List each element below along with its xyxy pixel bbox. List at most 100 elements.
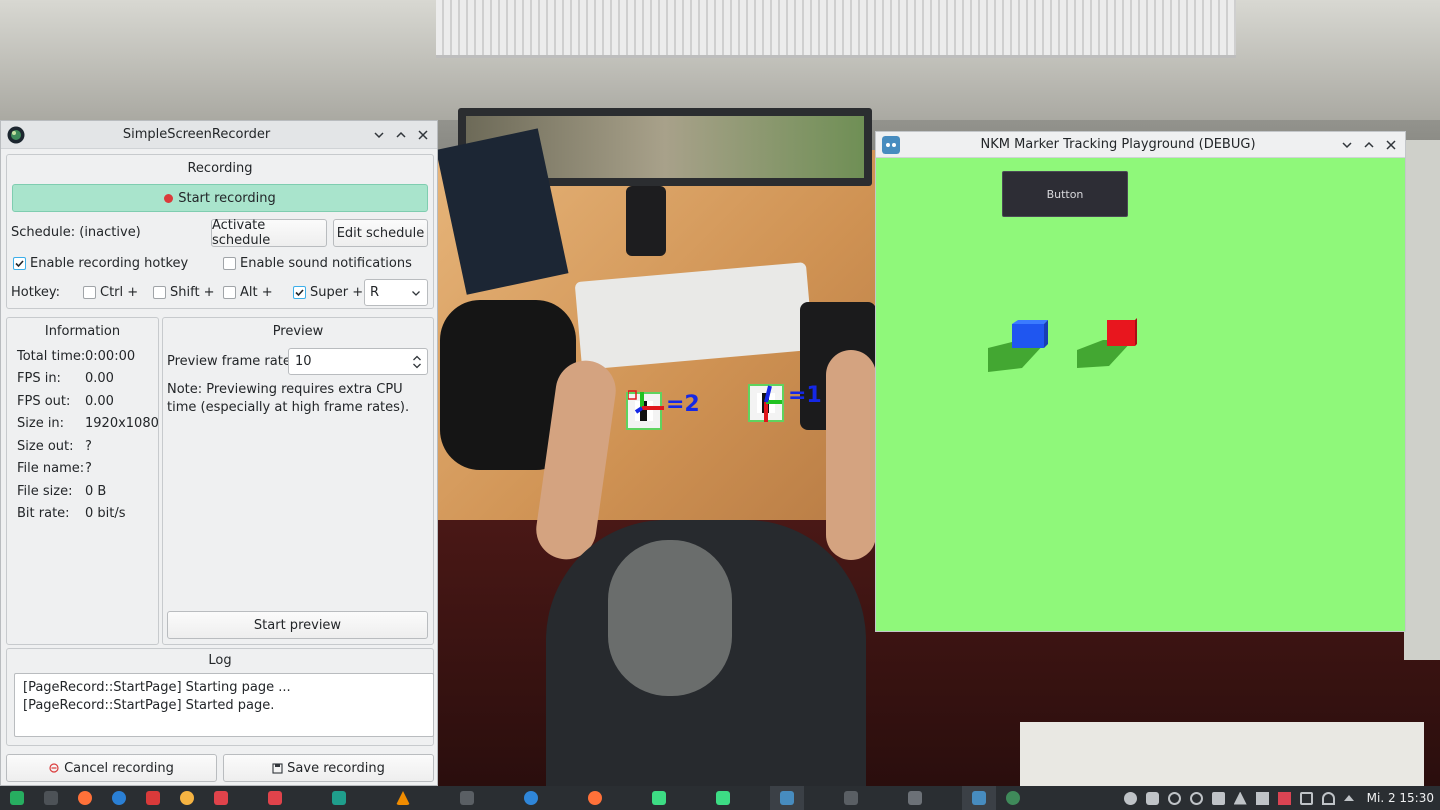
- marker-2-label: =2: [666, 392, 700, 417]
- terminal-icon: [332, 791, 346, 805]
- files-icon: [460, 791, 474, 805]
- notes-icon[interactable]: [1255, 791, 1269, 805]
- ssr-titlebar[interactable]: SimpleScreenRecorder: [1, 121, 437, 149]
- maximize-button[interactable]: [1358, 134, 1380, 156]
- alt-checkbox[interactable]: Alt +: [223, 285, 273, 300]
- activate-schedule-button[interactable]: Activate schedule: [211, 218, 327, 248]
- minimize-button[interactable]: [1336, 134, 1358, 156]
- save-recording-button[interactable]: Save recording: [223, 754, 434, 782]
- taskbar-item-firefox-window[interactable]: [578, 786, 612, 810]
- enable-hotkey-checkbox[interactable]: Enable recording hotkey: [13, 256, 188, 271]
- taskbar-item-godot-nkm[interactable]: [962, 786, 996, 810]
- close-icon: [418, 129, 428, 140]
- app-launcher-button[interactable]: [0, 786, 34, 810]
- taskbar-item-chrome[interactable]: [170, 786, 204, 810]
- sound-notifications-checkbox[interactable]: Enable sound notifications: [223, 256, 412, 271]
- timer-icon[interactable]: [1189, 791, 1203, 805]
- taskbar-item-terminal[interactable]: [322, 786, 356, 810]
- right-room: [1404, 140, 1440, 660]
- taskbar-item-discord-window[interactable]: [258, 786, 292, 810]
- checkbox-checked-icon: [293, 286, 306, 299]
- volume-muted-icon[interactable]: [1277, 791, 1291, 805]
- close-button[interactable]: [1380, 134, 1402, 156]
- preview-group: Preview Preview frame rate: 10 Start pre…: [162, 317, 434, 645]
- start-preview-button[interactable]: Start preview: [167, 611, 428, 639]
- chevron-up-icon: [1364, 141, 1374, 148]
- taskbar-item-thunderbird[interactable]: [102, 786, 136, 810]
- close-button[interactable]: [412, 124, 434, 146]
- battery-icon[interactable]: [1299, 791, 1313, 805]
- taskbar-item-godot-audio[interactable]: [770, 786, 804, 810]
- info-row-bit-rate: Bit rate: 0 bit/s: [17, 506, 126, 521]
- super-label: Super +: [310, 285, 364, 300]
- spin-arrows-icon[interactable]: [412, 352, 422, 372]
- ctrl-label: Ctrl +: [100, 285, 139, 300]
- taskbar-item-firefox[interactable]: [68, 786, 102, 810]
- info-row-file-size: File size: 0 B: [17, 484, 107, 499]
- right-arm: [826, 350, 876, 560]
- shelf: [1020, 722, 1424, 786]
- taskbar-item-android-2[interactable]: [706, 786, 740, 810]
- start-recording-button[interactable]: Start recording: [12, 184, 428, 212]
- clock[interactable]: Mi. 2 15:30: [1367, 791, 1434, 805]
- ssr-window-title: SimpleScreenRecorder: [122, 127, 271, 142]
- info-row-fps-in: FPS in: 0.00: [17, 371, 114, 386]
- nkm-titlebar[interactable]: NKM Marker Tracking Playground (DEBUG): [876, 132, 1405, 158]
- taskbar-item-android-1[interactable]: [642, 786, 676, 810]
- discord-tray-icon[interactable]: [1145, 791, 1159, 805]
- system-tray: Mi. 2 15:30: [1123, 786, 1440, 810]
- save-icon: [272, 762, 283, 774]
- chevron-down-icon: [1342, 141, 1352, 148]
- preview-note: Note: Previewing requires extra CPU time…: [167, 382, 410, 415]
- ssr-window: SimpleScreenRecorder Recording Start rec…: [0, 120, 438, 786]
- red-cube: [1077, 318, 1137, 368]
- edit-schedule-button[interactable]: Edit schedule: [333, 219, 428, 247]
- log-line: [PageRecord::StartPage] Started page.: [23, 698, 275, 713]
- playground-viewport[interactable]: Button: [876, 158, 1405, 631]
- browser-icon: [524, 791, 538, 805]
- taskbar-item-discord[interactable]: [204, 786, 238, 810]
- taskbar-item-screen[interactable]: [834, 786, 868, 810]
- pause-icon[interactable]: [1167, 791, 1181, 805]
- shift-checkbox[interactable]: Shift +: [153, 285, 215, 300]
- brightness-icon[interactable]: [1123, 791, 1137, 805]
- schedule-status: Schedule: (inactive): [11, 225, 141, 240]
- log-group-title: Log: [208, 653, 232, 668]
- hotkey-key-select[interactable]: R: [364, 279, 428, 306]
- preview-frame-rate-spinbox[interactable]: 10: [288, 348, 428, 375]
- taskbar-item-x-app[interactable]: [898, 786, 932, 810]
- ssr-app-icon: [7, 126, 25, 143]
- taskbar-item-ssr[interactable]: [996, 786, 1030, 810]
- vlc-tray-icon[interactable]: [1233, 791, 1247, 805]
- marker-1-label: =1: [788, 383, 822, 408]
- taskbar-item-desktop[interactable]: [34, 786, 68, 810]
- preview-frame-rate-label: Preview frame rate:: [167, 354, 296, 369]
- maximize-button[interactable]: [390, 124, 412, 146]
- minimize-button[interactable]: [368, 124, 390, 146]
- chevron-up-icon: [396, 131, 406, 138]
- super-checkbox[interactable]: Super +: [293, 285, 363, 300]
- network-tool-icon: [146, 791, 160, 805]
- marker-1-axes: [764, 385, 782, 422]
- godot-icon: [780, 791, 794, 805]
- ssr-icon: [1006, 791, 1020, 805]
- tray-expand-icon[interactable]: [1343, 795, 1354, 801]
- log-textarea[interactable]: [PageRecord::StartPage] Starting page ..…: [14, 673, 434, 737]
- playground-button[interactable]: Button: [1002, 171, 1128, 217]
- taskbar-item-files[interactable]: [450, 786, 484, 810]
- hotkey-key-value: R: [370, 285, 380, 300]
- godot-icon: [972, 791, 986, 805]
- taskbar-item-network[interactable]: [136, 786, 170, 810]
- taskbar-item-browser[interactable]: [514, 786, 548, 810]
- discord-icon: [214, 791, 228, 805]
- desktop-icon: [44, 791, 58, 805]
- ctrl-checkbox[interactable]: Ctrl +: [83, 285, 138, 300]
- person-head: [608, 540, 732, 696]
- clipboard-icon[interactable]: [1211, 791, 1225, 805]
- recording-group-title: Recording: [187, 161, 253, 176]
- android-icon: [716, 791, 730, 805]
- wifi-icon[interactable]: [1321, 791, 1335, 805]
- x-app-icon: [908, 791, 922, 805]
- taskbar-item-vlc[interactable]: [386, 786, 420, 810]
- cancel-recording-button[interactable]: Cancel recording: [6, 754, 217, 782]
